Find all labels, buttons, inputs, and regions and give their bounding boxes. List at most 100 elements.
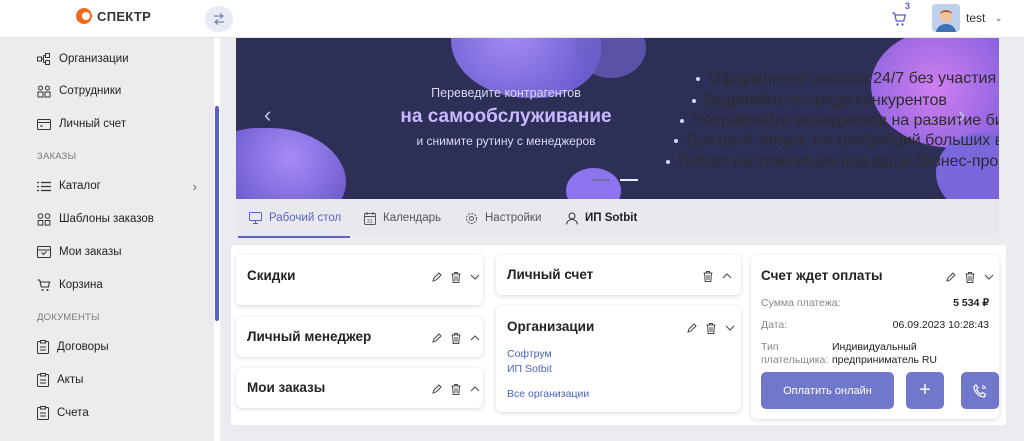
call-button[interactable] [961, 372, 999, 409]
sidebar-item-label: Сотрудники [59, 85, 122, 97]
logo[interactable]: СПЕКТР [76, 8, 151, 24]
banner-bullet: Направляйте менеджеров на развитие бизне… [680, 112, 999, 130]
sidebar-item-employees[interactable]: Сотрудники [37, 81, 197, 101]
banner-dot[interactable] [592, 179, 610, 181]
widget-my-orders: Мои заказы [236, 368, 483, 408]
sidebar-item-label: Акты [57, 374, 84, 386]
dashboard-area: Скидки Личный менеджер Мои заказы Личный… [231, 245, 1006, 425]
sidebar-item-invoices[interactable]: Счета [37, 403, 197, 423]
logo-icon [76, 8, 92, 24]
swap-arrows-icon [214, 13, 224, 25]
chevron-down-icon[interactable] [983, 271, 994, 283]
sidebar-item-my-orders[interactable]: Мои заказы [37, 242, 197, 262]
banner-bullet: Быстрый запуск, не требующий больших вло… [674, 132, 999, 150]
wallet-icon [37, 118, 51, 130]
widget-actions [431, 332, 480, 344]
edit-icon[interactable] [431, 271, 442, 283]
desktop-icon [249, 212, 262, 224]
all-organizations-link[interactable]: Все организации [507, 388, 589, 400]
trash-icon[interactable] [964, 271, 975, 283]
trash-icon[interactable] [450, 332, 461, 344]
banner-dot-active[interactable] [620, 179, 638, 181]
widget-title: Скидки [247, 268, 296, 283]
top-header: СПЕКТР 3 test ⌄ [0, 0, 1024, 38]
widget-organizations: Организации Софтрум ИП Sotbit Все органи… [496, 306, 741, 412]
pay-online-button[interactable]: Оплатить онлайн [761, 372, 894, 409]
sidebar-item-organizations[interactable]: Организации [37, 49, 197, 69]
sidebar-item-cart[interactable]: Корзина [37, 275, 197, 295]
cart-count-badge: 3 [905, 1, 911, 11]
organization-link[interactable]: Софтрум [507, 348, 552, 360]
tab-desktop[interactable]: Рабочий стол [249, 199, 341, 237]
banner-bullet: Оформление заказов 24/7 без участия мене… [696, 70, 999, 88]
header-cart-button[interactable] [887, 8, 911, 30]
edit-icon[interactable] [686, 322, 697, 334]
banner-pagination [592, 179, 638, 181]
edit-icon[interactable] [431, 383, 442, 395]
gear-icon [466, 212, 477, 224]
promo-banner[interactable]: Переведите контрагентов на самообслужива… [236, 38, 999, 199]
organization-link[interactable]: ИП Sotbit [507, 363, 552, 375]
banner-headline: Переведите контрагентов на самообслужива… [336, 86, 676, 148]
edit-icon[interactable] [945, 271, 956, 283]
banner-next-button[interactable]: › [958, 102, 965, 128]
user-menu[interactable]: test ⌄ [932, 4, 1003, 32]
widget-personal-manager: Личный менеджер [236, 317, 483, 357]
org-icon [37, 53, 50, 65]
dashboard-tabs: Рабочий стол 31 Календарь Настройки ИП S… [236, 199, 999, 237]
sidebar-item-label: Организации [59, 53, 129, 65]
trash-icon[interactable] [450, 383, 461, 395]
widget-actions [431, 383, 480, 395]
phone-icon [973, 383, 987, 398]
sidebar-item-account[interactable]: Личный счет [37, 114, 197, 134]
tab-settings[interactable]: Настройки [465, 199, 541, 237]
tab-company[interactable]: ИП Sotbit [566, 199, 637, 237]
banner-bullet: Выделяйтесь среди конкурентов [692, 92, 947, 110]
avatar [932, 4, 960, 32]
cart-icon [37, 278, 51, 291]
person-icon [566, 212, 578, 225]
widget-title: Организации [507, 319, 595, 334]
edit-icon[interactable] [431, 332, 442, 344]
chevron-up-icon[interactable] [721, 270, 732, 282]
invoice-payer-value: предприниматель RU [832, 354, 938, 366]
sidebar-item-order-templates[interactable]: Шаблоны заказов [37, 209, 197, 229]
chevron-down-icon[interactable] [469, 271, 480, 283]
tab-label: Рабочий стол [269, 212, 342, 224]
svg-text:31: 31 [367, 219, 373, 225]
tab-label: ИП Sotbit [585, 212, 638, 224]
trash-icon[interactable] [450, 271, 461, 283]
add-button[interactable]: + [906, 372, 944, 409]
sidebar-item-label: Счета [57, 407, 89, 419]
widget-title: Мои заказы [247, 380, 326, 395]
banner-line-3: и снимите рутину с менеджеров [416, 134, 596, 148]
sidebar-item-label: Договоры [57, 341, 109, 353]
chevron-right-icon: › [958, 102, 966, 127]
trash-icon[interactable] [705, 322, 716, 334]
sidebar-item-label: Каталог [59, 180, 101, 192]
banner-bullet: Гибкая кастомизация под ваши бизнес-проц… [666, 153, 999, 171]
banner-decoration [566, 168, 621, 199]
banner-decoration [236, 128, 346, 199]
orders-icon [37, 246, 51, 258]
sidebar-item-contracts[interactable]: Договоры [37, 337, 197, 357]
banner-line-2: на самообслуживание [400, 106, 612, 127]
widget-actions [431, 271, 480, 283]
chevron-left-icon: ‹ [264, 102, 272, 127]
templates-icon [37, 212, 51, 226]
widget-actions [702, 270, 732, 282]
sidebar-toggle-button[interactable] [205, 6, 233, 32]
chevron-up-icon[interactable] [469, 332, 480, 344]
trash-icon[interactable] [702, 270, 713, 282]
chevron-up-icon[interactable] [469, 383, 480, 395]
banner-prev-button[interactable]: ‹ [264, 102, 271, 128]
sidebar-item-acts[interactable]: Акты [37, 370, 197, 390]
sidebar-section-orders: ЗАКАЗЫ [37, 151, 77, 162]
active-tab-indicator [238, 236, 350, 238]
sidebar-scrollbar-thumb[interactable] [215, 106, 219, 321]
sidebar-item-catalog[interactable]: Каталог › [37, 176, 197, 196]
chevron-down-icon[interactable] [724, 322, 735, 334]
cart-icon [892, 12, 907, 26]
tab-calendar[interactable]: 31 Календарь [364, 199, 441, 237]
document-icon [37, 373, 49, 387]
